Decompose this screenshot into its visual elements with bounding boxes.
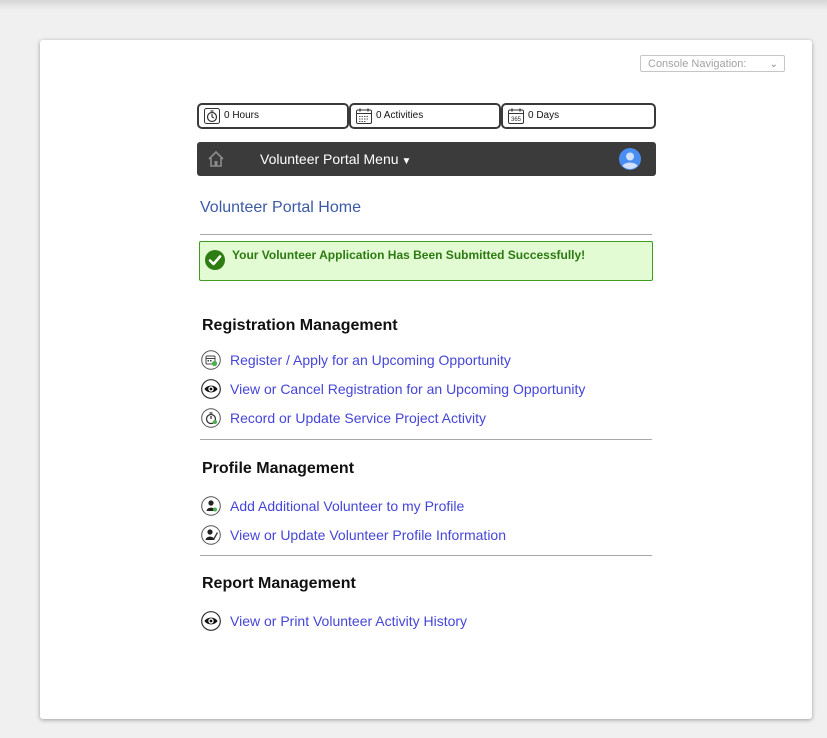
portal-card: Console Navigation: ⌄ 0 Hours 0 Activiti… (40, 40, 812, 719)
success-message: Your Volunteer Application Has Been Subm… (232, 248, 586, 262)
divider (200, 439, 652, 440)
stat-activities-label: 0 Activities (376, 110, 424, 121)
eye-icon (201, 379, 221, 399)
calendar-365-icon: 365 (508, 108, 524, 124)
add-volunteer-label: Add Additional Volunteer to my Profile (230, 498, 465, 514)
view-print-history-label: View or Print Volunteer Activity History (230, 613, 468, 629)
add-person-icon (201, 496, 221, 516)
user-avatar-icon[interactable] (619, 148, 641, 170)
stat-hours-label: 0 Hours (224, 110, 260, 121)
stat-hours: 0 Hours (197, 103, 349, 129)
portal-menu-label: Volunteer Portal Menu (260, 151, 399, 167)
stopwatch-icon (201, 408, 221, 428)
page-title: Volunteer Portal Home (200, 199, 361, 216)
svg-text:365: 365 (511, 117, 522, 123)
update-profile-label: View or Update Volunteer Profile Informa… (230, 527, 507, 543)
stat-activities: 0 Activities (349, 103, 501, 129)
divider (200, 555, 652, 556)
section-heading-profile: Profile Management (202, 460, 355, 477)
caret-down-icon: ▼ (401, 156, 412, 167)
view-cancel-registration-label: View or Cancel Registration for an Upcom… (230, 381, 586, 397)
section-heading-registration: Registration Management (202, 317, 398, 334)
stat-days: 365 0 Days (501, 103, 656, 129)
calendar-plus-icon (201, 350, 221, 370)
chevron-down-icon: ⌄ (769, 59, 778, 70)
register-link-label: Register / Apply for an Upcoming Opportu… (230, 352, 511, 368)
stopwatch-icon (204, 108, 220, 124)
portal-menu-bar: Volunteer Portal Menu ▼ (197, 142, 656, 176)
home-icon[interactable] (207, 150, 225, 168)
console-navigation-select[interactable]: Console Navigation: ⌄ (640, 55, 785, 72)
stat-days-label: 0 Days (528, 110, 560, 121)
window-top-shadow (0, 0, 827, 10)
edit-person-icon (201, 525, 221, 545)
console-navigation-label: Console Navigation: (648, 58, 747, 70)
section-heading-report: Report Management (202, 575, 356, 592)
divider (200, 234, 652, 235)
calendar-icon (356, 108, 372, 124)
success-alert: Your Volunteer Application Has Been Subm… (199, 241, 653, 281)
portal-menu-dropdown[interactable]: Volunteer Portal Menu ▼ (260, 151, 411, 167)
check-circle-icon (205, 250, 225, 270)
record-service-activity-label: Record or Update Service Project Activit… (230, 410, 486, 426)
eye-icon (201, 611, 221, 631)
